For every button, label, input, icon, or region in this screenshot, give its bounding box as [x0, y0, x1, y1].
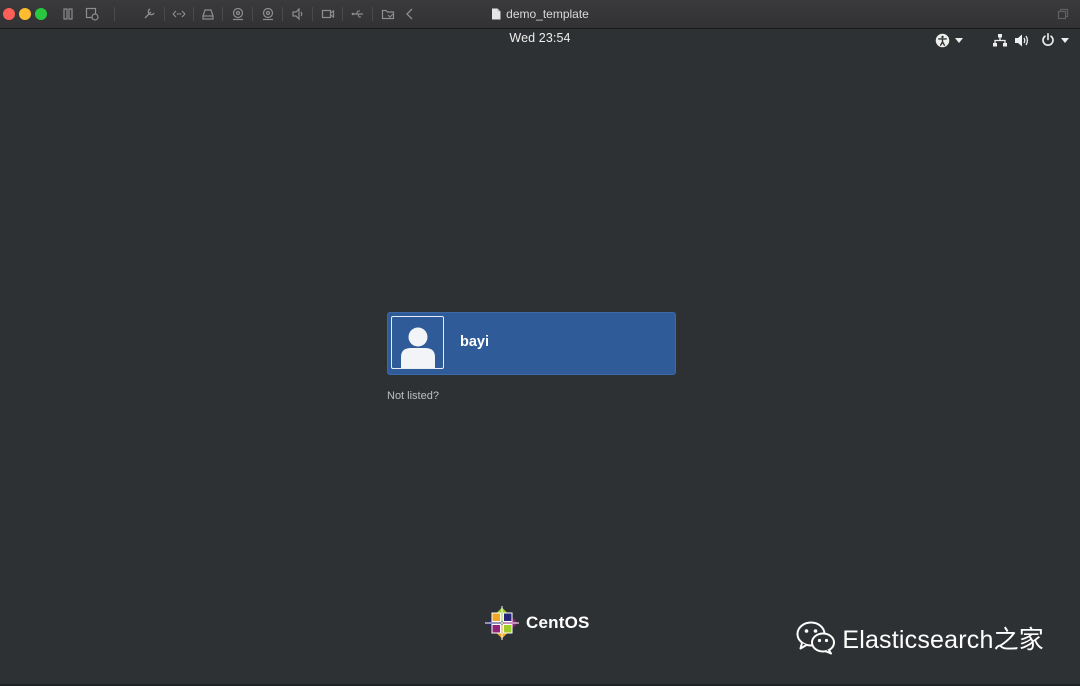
user-list-item[interactable]: bayi — [387, 312, 676, 375]
snapshot-icon[interactable] — [83, 5, 101, 23]
network-arrows-icon[interactable] — [170, 5, 188, 23]
close-window-button[interactable] — [3, 8, 15, 20]
pause-icon[interactable] — [59, 5, 77, 23]
chevron-down-icon[interactable] — [1060, 31, 1070, 49]
vm-window-title: demo_template — [0, 0, 1080, 28]
vm-window-titlebar: demo_template — [0, 0, 1080, 29]
video-camera-icon[interactable] — [319, 5, 337, 23]
user-silhouette-icon — [400, 327, 435, 368]
clock[interactable]: Wed 23:54 — [0, 31, 1080, 45]
maximize-window-button[interactable] — [35, 8, 47, 20]
camera-icon[interactable] — [259, 5, 277, 23]
camera-icon[interactable] — [229, 5, 247, 23]
watermark: Elasticsearch之家 — [796, 620, 1044, 656]
toolbar-divider — [372, 7, 373, 21]
back-chevron-icon[interactable] — [401, 5, 419, 23]
avatar — [391, 316, 444, 369]
volume-icon[interactable] — [1014, 31, 1030, 49]
document-icon — [492, 8, 501, 20]
toolbar-divider — [342, 7, 343, 21]
toolbar-divider — [222, 7, 223, 21]
centos-logo-text: CentOS — [526, 613, 590, 632]
not-listed-button[interactable]: Not listed? — [387, 390, 439, 402]
centos-emblem-icon — [485, 606, 519, 640]
network-icon[interactable] — [992, 31, 1008, 49]
user-name: bayi — [460, 334, 490, 350]
window-restore-icon[interactable] — [1054, 5, 1072, 23]
toolbar-divider — [114, 7, 115, 21]
vm-name: demo_template — [506, 7, 589, 21]
toolbar-divider — [312, 7, 313, 21]
toolbar-divider — [164, 7, 165, 21]
sound-icon[interactable] — [289, 5, 307, 23]
accessibility-icon[interactable] — [934, 31, 950, 49]
settings-wrench-icon[interactable] — [140, 5, 158, 23]
system-status-area — [930, 31, 1080, 49]
wechat-icon — [796, 621, 836, 655]
minimize-window-button[interactable] — [19, 8, 31, 20]
toolbar-divider — [193, 7, 194, 21]
watermark-text: Elasticsearch之家 — [842, 626, 1044, 654]
centos-logo: CentOS — [484, 605, 590, 641]
chevron-down-icon[interactable] — [954, 31, 964, 49]
power-icon[interactable] — [1040, 31, 1056, 49]
shared-folder-icon[interactable] — [379, 5, 397, 23]
toolbar-divider — [252, 7, 253, 21]
usb-icon[interactable] — [349, 5, 367, 23]
toolbar-divider — [282, 7, 283, 21]
hard-disk-icon[interactable] — [199, 5, 217, 23]
